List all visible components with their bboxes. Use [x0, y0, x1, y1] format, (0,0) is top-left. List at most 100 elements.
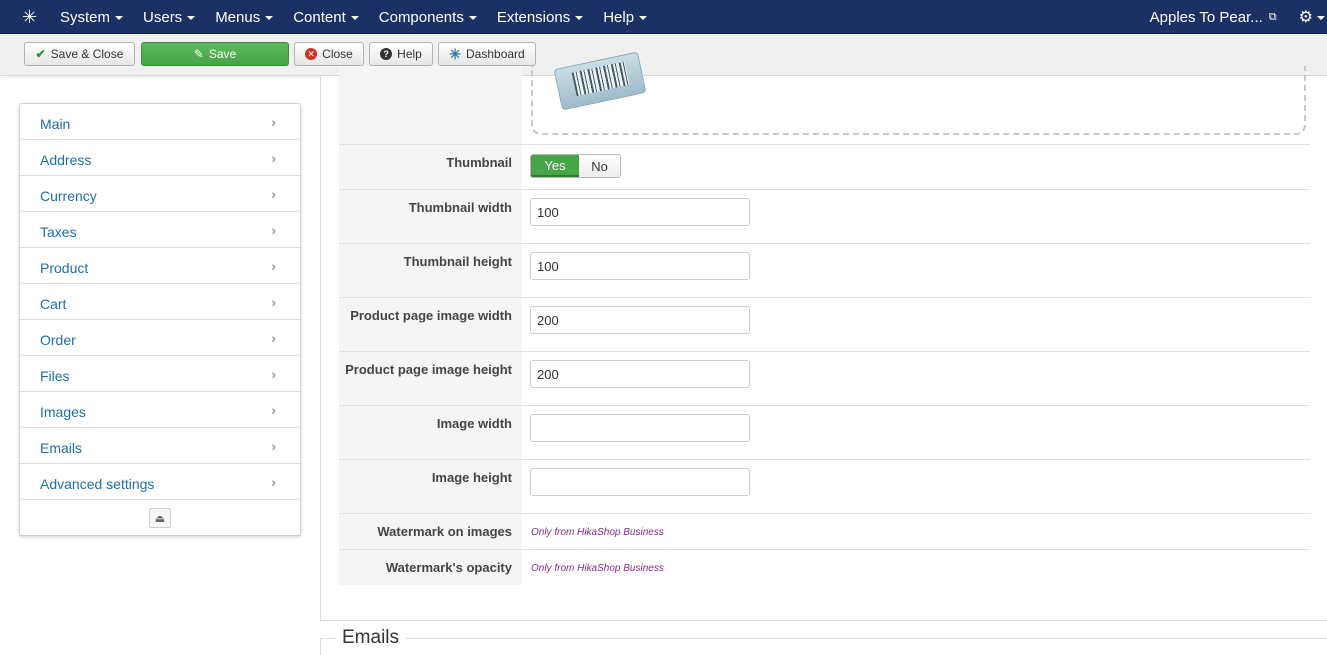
- label-cell: Watermark on images: [339, 514, 522, 549]
- dashboard-button[interactable]: ✳ Dashboard: [438, 42, 536, 66]
- emails-fieldset-left-border: [320, 638, 321, 655]
- chevron-right-icon: ›: [271, 402, 276, 418]
- menu-components[interactable]: Components: [369, 0, 487, 34]
- caret-down-icon: [575, 16, 584, 20]
- button-label: Close: [322, 47, 353, 61]
- label-cell: Product page image height: [339, 352, 522, 405]
- thumbnail-width-row: Thumbnail width: [339, 189, 1310, 243]
- button-label: Save: [208, 47, 237, 61]
- menu-content[interactable]: Content: [283, 0, 369, 34]
- menu-menus[interactable]: Menus: [205, 0, 283, 34]
- sidebar-item-currency[interactable]: Currency ›: [20, 176, 300, 212]
- sidebar-item-label: Main: [40, 115, 71, 132]
- sidebar-item-files[interactable]: Files ›: [20, 356, 300, 392]
- site-label: Apples To Pear...: [1149, 8, 1263, 26]
- product-image-width-input[interactable]: [530, 306, 750, 334]
- emails-fieldset-border: [320, 638, 1327, 639]
- sidebar-item-label: Advanced settings: [40, 475, 155, 492]
- sidebar-item-label: Address: [40, 151, 92, 168]
- caret-down-icon: [187, 16, 196, 20]
- image-height-label: Image height: [431, 470, 512, 485]
- label-cell: Image width: [339, 406, 522, 459]
- sidebar-item-label: Images: [40, 403, 86, 420]
- menu-system[interactable]: System: [50, 0, 133, 34]
- sidebar-item-advanced-settings[interactable]: Advanced settings ›: [20, 464, 300, 500]
- sidebar-item-order[interactable]: Order ›: [20, 320, 300, 356]
- caret-down-icon: [639, 16, 648, 20]
- thumbnail-height-input[interactable]: [530, 252, 750, 280]
- top-navbar: ✳ System Users Menus Content Components …: [0, 0, 1327, 34]
- sidebar-item-images[interactable]: Images ›: [20, 392, 300, 428]
- watermark-row: Watermark on images Only from HikaShop B…: [339, 513, 1310, 549]
- thumbnail-toggle: Yes No: [530, 154, 621, 178]
- thumbnail-width-label: Thumbnail width: [408, 200, 512, 215]
- thumbnail-row: Thumbnail Yes No: [339, 144, 1310, 190]
- sidebar-item-label: Emails: [40, 439, 83, 456]
- chevron-right-icon: ›: [271, 474, 276, 490]
- caret-down-icon: [265, 16, 274, 20]
- product-image-width-row: Product page image width: [339, 297, 1310, 351]
- sidebar-footer: ⏏: [20, 500, 300, 536]
- thumbnail-label: Thumbnail: [446, 155, 512, 170]
- button-label: Save & Close: [50, 47, 124, 61]
- edit-icon: ✎: [193, 47, 204, 61]
- label-cell: Thumbnail: [339, 145, 522, 190]
- chevron-right-icon: ›: [271, 294, 276, 310]
- images-config-panel: Thumbnail Yes No Thumbnail width Thumbna…: [320, 51, 1327, 621]
- button-label: Dashboard: [466, 47, 525, 61]
- save-close-button[interactable]: ✔ Save & Close: [24, 42, 135, 66]
- label-cell: Product page image width: [339, 298, 522, 351]
- joomla-logo-icon[interactable]: ✳: [22, 7, 42, 27]
- save-button[interactable]: ✎ Save: [141, 42, 289, 66]
- image-width-row: Image width: [339, 405, 1310, 459]
- help-button[interactable]: ? Help: [369, 42, 433, 66]
- sidebar-item-label: Product: [40, 259, 89, 276]
- image-height-row: Image height: [339, 459, 1310, 513]
- thumbnail-no-option[interactable]: No: [579, 155, 620, 177]
- menu-extensions[interactable]: Extensions: [487, 0, 593, 34]
- sidebar-item-taxes[interactable]: Taxes ›: [20, 212, 300, 248]
- question-circle-icon: ?: [380, 48, 393, 60]
- sidebar-item-product[interactable]: Product ›: [20, 248, 300, 284]
- label-cell: [339, 66, 522, 145]
- business-only-note: Only from HikaShop Business: [531, 527, 664, 538]
- menu-label: Users: [143, 8, 183, 26]
- chevron-right-icon: ›: [271, 186, 276, 202]
- chevron-right-icon: ›: [271, 258, 276, 274]
- menu-label: Content: [293, 8, 346, 26]
- image-drop-zone[interactable]: [531, 51, 1306, 135]
- image-width-input[interactable]: [530, 414, 750, 442]
- chevron-right-icon: ›: [271, 366, 276, 382]
- close-button[interactable]: ✕ Close: [294, 42, 364, 66]
- sidebar-item-address[interactable]: Address ›: [20, 140, 300, 176]
- caret-down-icon: [1317, 16, 1325, 20]
- product-image-height-row: Product page image height: [339, 351, 1310, 405]
- menu-users[interactable]: Users: [133, 0, 205, 34]
- menu-help[interactable]: Help: [593, 0, 657, 34]
- checkmark-icon: ✔: [35, 47, 46, 61]
- menu-label: Components: [378, 8, 464, 26]
- label-cell: Thumbnail height: [339, 244, 522, 297]
- image-width-label: Image width: [436, 416, 512, 431]
- settings-dropdown[interactable]: ⚙: [1299, 7, 1327, 27]
- external-link-icon: ⧉: [1268, 10, 1277, 23]
- sidebar-item-main[interactable]: Main ›: [20, 104, 300, 140]
- button-label: Help: [397, 47, 422, 61]
- sidebar-item-label: Files: [40, 367, 70, 384]
- config-sidebar: Main › Address › Currency › Taxes › Product ›…: [19, 103, 301, 536]
- site-link[interactable]: Apples To Pear... ⧉: [1150, 9, 1299, 26]
- collapse-sidebar-button[interactable]: ⏏: [149, 508, 171, 528]
- thumbnail-width-input[interactable]: [530, 198, 750, 226]
- sidebar-item-cart[interactable]: Cart ›: [20, 284, 300, 320]
- sidebar-item-label: Order: [40, 331, 76, 348]
- sidebar-item-emails[interactable]: Emails ›: [20, 428, 300, 464]
- product-image-width-label: Product page image width: [350, 308, 512, 323]
- thumbnail-yes-option[interactable]: Yes: [531, 155, 579, 177]
- caret-down-icon: [115, 16, 124, 20]
- chevron-right-icon: ›: [271, 330, 276, 346]
- dashboard-icon: ✳: [449, 45, 461, 62]
- menu-label: Menus: [215, 8, 261, 26]
- menu-label: Extensions: [496, 8, 571, 26]
- image-height-input[interactable]: [530, 468, 750, 496]
- product-image-height-input[interactable]: [530, 360, 750, 388]
